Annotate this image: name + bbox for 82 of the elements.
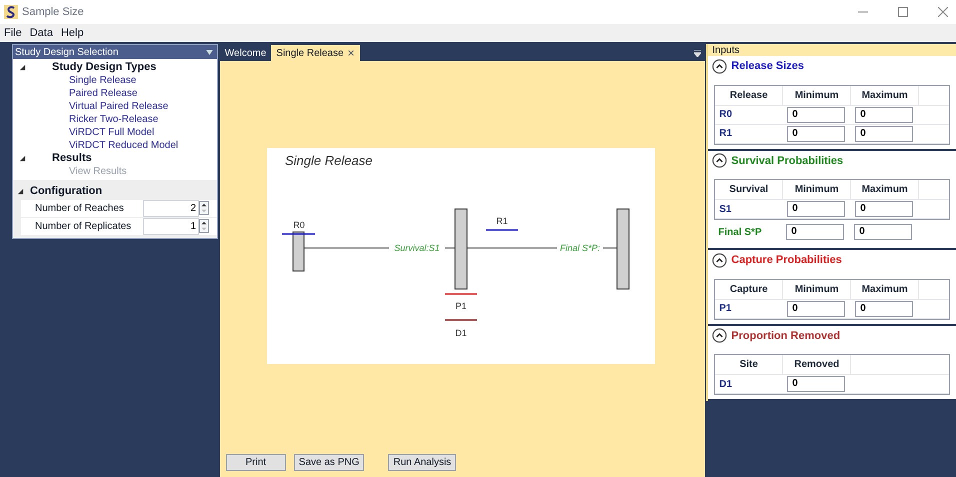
section-title: Release Sizes <box>731 59 804 74</box>
maximize-icon[interactable] <box>898 7 908 17</box>
row-label: P1 <box>718 302 732 316</box>
collapse-chevron-icon[interactable] <box>712 58 728 74</box>
value-field[interactable]: 0 <box>786 224 844 240</box>
value-field[interactable]: 0 <box>787 201 846 217</box>
tree-item[interactable]: Single Release <box>19 74 211 87</box>
value-field[interactable]: 0 <box>855 126 914 142</box>
panel-title: Study Design Selection <box>15 46 118 60</box>
inputs-title: Inputs <box>712 44 740 58</box>
tree-group[interactable]: Results <box>52 152 92 165</box>
final-label: Final S*P: <box>560 243 600 253</box>
config-title: Configuration <box>30 184 102 199</box>
menu-item[interactable]: Data <box>30 24 53 42</box>
window-title: Sample Size <box>22 4 85 20</box>
tree-item[interactable]: ViRDCT Reduced Model <box>19 139 211 152</box>
collapse-chevron-icon[interactable] <box>712 328 728 344</box>
release-label: R1 <box>496 216 508 226</box>
config-label: Number of Reaches <box>34 202 125 216</box>
value-field[interactable]: 0 <box>787 106 846 122</box>
tree-item[interactable]: ViRDCT Full Model <box>19 126 211 139</box>
number-field[interactable]: 1 <box>143 218 199 234</box>
column-header: Minimum <box>783 280 852 298</box>
app-logo-icon <box>4 5 18 19</box>
tab[interactable]: Single Release × <box>271 45 360 61</box>
tree-group[interactable]: Study Design Types <box>52 61 156 74</box>
release-site-bar <box>292 232 304 272</box>
collapse-chevron-icon[interactable] <box>712 153 728 168</box>
dropdown-icon[interactable] <box>206 50 213 54</box>
removal-line <box>444 319 477 321</box>
value-field[interactable]: 0 <box>855 201 914 217</box>
capture-line <box>444 293 477 295</box>
action-button[interactable]: Run Analysis <box>388 454 456 471</box>
spinner-arrows-icon[interactable] <box>199 201 209 215</box>
spinner-arrows-icon[interactable] <box>199 219 209 233</box>
column-header: Site <box>715 355 784 374</box>
menu-item[interactable]: Help <box>60 24 84 42</box>
capture-label: P1 <box>455 301 466 311</box>
column-header: Survival <box>715 180 784 199</box>
tree-item[interactable]: Paired Release <box>19 87 211 100</box>
column-header: Removed <box>783 355 852 374</box>
menu-item[interactable]: File <box>4 24 22 42</box>
value-field[interactable]: 0 <box>855 300 914 316</box>
value-field[interactable]: 0 <box>787 300 846 316</box>
row-label: Final S*P <box>717 226 763 240</box>
column-header: Maximum <box>851 180 920 199</box>
value-field[interactable]: 0 <box>854 224 912 240</box>
release-line <box>486 229 518 231</box>
column-header: Capture <box>715 280 784 298</box>
tree-item[interactable]: Ricker Two-Release <box>19 113 211 126</box>
survival-label: Survival:S1 <box>394 243 440 253</box>
diagram-title: Single Release <box>284 153 372 168</box>
section-title: Survival Probabilities <box>731 154 844 168</box>
removal-label: D1 <box>455 328 467 338</box>
section-title: Proportion Removed <box>731 328 840 344</box>
action-button[interactable]: Save as PNG <box>294 454 364 471</box>
number-field[interactable]: 2 <box>143 200 199 216</box>
expanded-triangle-icon[interactable] <box>19 64 26 71</box>
value-field[interactable]: 0 <box>787 376 846 392</box>
expanded-triangle-icon[interactable] <box>17 188 24 195</box>
row-label: R0 <box>718 108 734 122</box>
release-line <box>282 233 315 235</box>
tab-list-dropdown-icon[interactable] <box>694 50 702 57</box>
expanded-triangle-icon[interactable] <box>19 155 26 162</box>
section-title: Capture Probabilities <box>731 253 842 268</box>
row-label: D1 <box>718 378 734 392</box>
column-header: Minimum <box>783 180 852 199</box>
row-label: R1 <box>718 127 734 141</box>
value-field[interactable]: 0 <box>787 126 846 142</box>
close-icon[interactable] <box>938 7 948 17</box>
column-header: Maximum <box>851 280 920 298</box>
action-button[interactable]: Print <box>226 454 286 471</box>
column-header: Release <box>715 86 784 104</box>
column-header: Maximum <box>851 86 920 104</box>
value-field[interactable]: 0 <box>855 106 914 122</box>
column-header: Minimum <box>783 86 852 104</box>
collapse-chevron-icon[interactable] <box>712 252 728 268</box>
release-label: R0 <box>293 220 305 230</box>
tree-item[interactable]: Virtual Paired Release <box>19 100 211 113</box>
tab-close[interactable]: × <box>348 44 355 62</box>
config-label: Number of Replicates <box>34 220 132 234</box>
row-label: S1 <box>718 202 732 216</box>
